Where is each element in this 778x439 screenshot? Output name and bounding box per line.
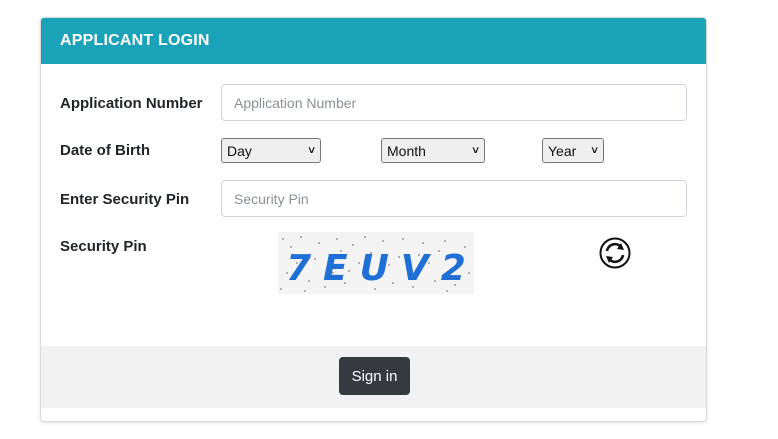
captcha-image: 7EUV2 — [278, 232, 474, 294]
captcha-svg: 7EUV2 — [280, 236, 474, 292]
card-footer: Sign in — [41, 346, 706, 408]
sign-in-button[interactable]: Sign in — [339, 357, 410, 395]
security-pin-label: Security Pin — [60, 238, 147, 255]
application-number-input[interactable] — [221, 84, 687, 121]
dob-year-value: Year — [548, 142, 577, 159]
application-number-label: Application Number — [60, 95, 203, 112]
security-pin-input[interactable] — [221, 180, 687, 217]
enter-security-pin-label: Enter Security Pin — [60, 191, 190, 208]
dob-month-value: Month — [387, 142, 426, 159]
captcha-text: 7EUV2 — [286, 248, 474, 289]
dob-year-select[interactable]: Year ∨ — [542, 138, 604, 163]
chevron-down-icon: ∨ — [589, 145, 600, 156]
chevron-down-icon: ∨ — [306, 145, 317, 156]
chevron-down-icon: ∨ — [470, 145, 481, 156]
login-card: APPLICANT LOGIN Application Number Date … — [40, 17, 707, 422]
dob-day-select[interactable]: Day ∨ — [221, 138, 321, 163]
dob-month-select[interactable]: Month ∨ — [381, 138, 485, 163]
date-of-birth-label: Date of Birth — [60, 142, 150, 159]
dob-day-value: Day — [227, 142, 252, 159]
refresh-captcha-button[interactable] — [599, 237, 631, 269]
refresh-icon — [599, 237, 631, 269]
card-header: APPLICANT LOGIN — [41, 18, 706, 64]
